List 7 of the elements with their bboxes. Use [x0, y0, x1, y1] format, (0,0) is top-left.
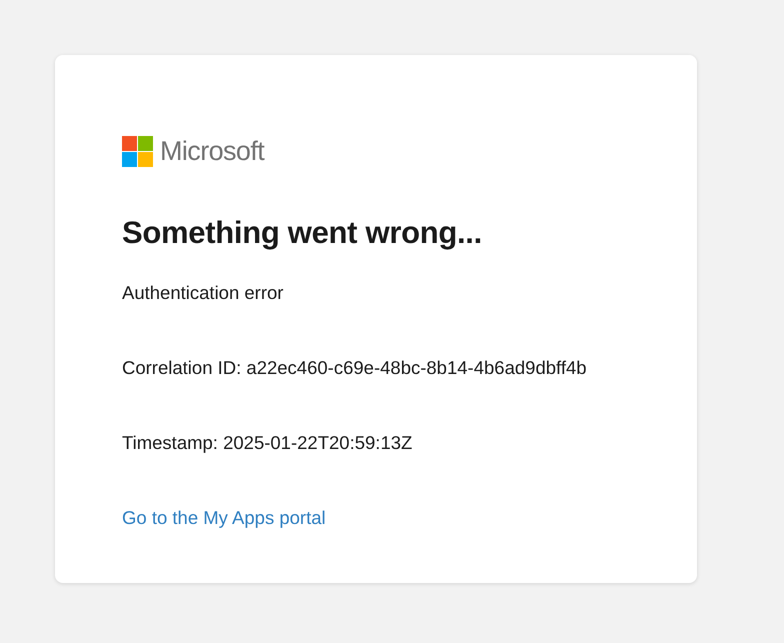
- square-grid-icon: [122, 136, 153, 166]
- error-title: Something went wrong...: [122, 214, 482, 252]
- error-detail: Correlation ID: a22ec460-c69e-48bc-8b14-4b6ad9dbff4b: [122, 357, 587, 379]
- error-detail: Authentication error: [122, 282, 284, 304]
- error-detail: Timestamp: 2025-01-22T20:59:13Z: [122, 432, 412, 454]
- portal-link[interactable]: Go to the My Apps portal: [122, 507, 326, 529]
- logo-wordmark: Microsoft: [160, 135, 264, 167]
